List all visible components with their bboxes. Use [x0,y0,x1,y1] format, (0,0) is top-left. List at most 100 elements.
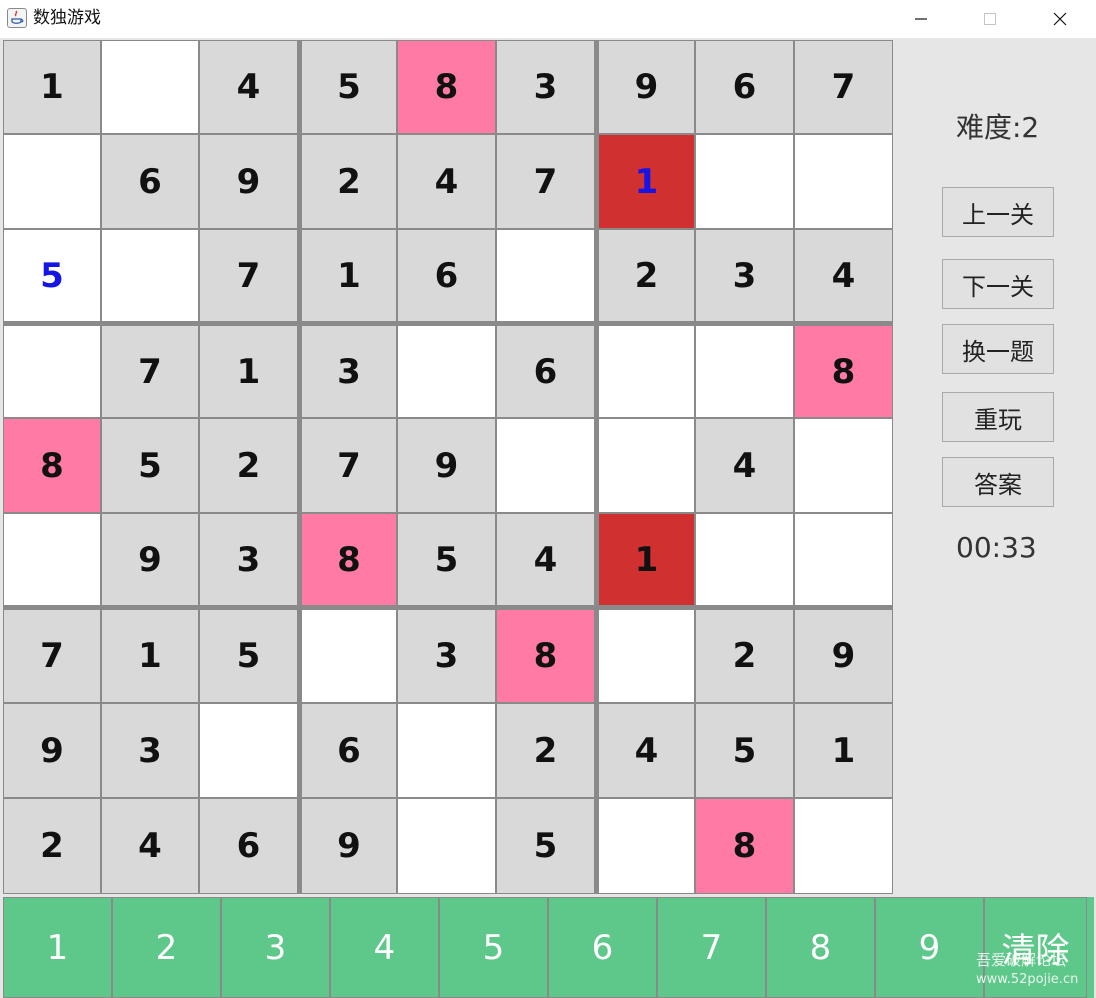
number-button-8[interactable]: 8 [766,897,875,998]
sudoku-cell-r2c2[interactable]: 6 [101,134,199,229]
sudoku-cell-r3c5[interactable]: 6 [397,229,496,322]
sudoku-cell-r9c1[interactable]: 2 [3,798,101,894]
sudoku-cell-r5c1[interactable]: 8 [3,418,101,513]
sudoku-cell-r3c6[interactable] [496,229,595,322]
sudoku-cell-r4c7[interactable] [598,325,695,418]
sudoku-cell-r6c7[interactable]: 1 [598,513,695,606]
sudoku-cell-r3c1[interactable]: 5 [3,229,101,322]
sudoku-cell-r2c1[interactable] [3,134,101,229]
sudoku-cell-r4c9[interactable]: 8 [794,325,893,418]
number-button-6[interactable]: 6 [548,897,657,998]
sudoku-cell-r4c1[interactable] [3,325,101,418]
sudoku-cell-r3c4[interactable]: 1 [301,229,397,322]
number-button-4[interactable]: 4 [330,897,439,998]
watermark-line2: www.52pojie.cn [976,972,1079,987]
number-button-1[interactable]: 1 [3,897,112,998]
sudoku-cell-r6c5[interactable]: 5 [397,513,496,606]
sudoku-cell-r9c8[interactable]: 8 [695,798,794,894]
sudoku-cell-r9c6[interactable]: 5 [496,798,595,894]
sudoku-cell-r8c2[interactable]: 3 [101,703,199,798]
sudoku-cell-r9c4[interactable]: 9 [301,798,397,894]
sudoku-cell-r7c1[interactable]: 7 [3,609,101,703]
sudoku-cell-r7c3[interactable]: 5 [199,609,298,703]
sudoku-cell-r9c7[interactable] [598,798,695,894]
sudoku-cell-r9c3[interactable]: 6 [199,798,298,894]
sudoku-cell-r5c8[interactable]: 4 [695,418,794,513]
sudoku-cell-r2c8[interactable] [695,134,794,229]
sudoku-cell-r6c4[interactable]: 8 [301,513,397,606]
sudoku-cell-r4c5[interactable] [397,325,496,418]
sudoku-cell-r8c1[interactable]: 9 [3,703,101,798]
sudoku-cell-r3c8[interactable]: 3 [695,229,794,322]
number-button-5[interactable]: 5 [439,897,548,998]
sudoku-cell-r7c6[interactable]: 8 [496,609,595,703]
sudoku-cell-r1c3[interactable]: 4 [199,40,298,134]
sudoku-cell-r1c5[interactable]: 8 [397,40,496,134]
prev-level-button[interactable]: 上一关 [942,187,1054,237]
sudoku-cell-r8c8[interactable]: 5 [695,703,794,798]
sudoku-cell-r5c2[interactable]: 5 [101,418,199,513]
sudoku-cell-r4c6[interactable]: 6 [496,325,595,418]
sudoku-cell-r4c8[interactable] [695,325,794,418]
sudoku-cell-r1c2[interactable] [101,40,199,134]
sudoku-cell-r1c4[interactable]: 5 [301,40,397,134]
sudoku-cell-r7c2[interactable]: 1 [101,609,199,703]
sudoku-cell-r9c9[interactable] [794,798,893,894]
number-button-3[interactable]: 3 [221,897,330,998]
number-button-9[interactable]: 9 [875,897,984,998]
watermark: 吾爱破解论坛 www.52pojie.cn [976,950,1078,990]
sudoku-cell-r2c3[interactable]: 9 [199,134,298,229]
sudoku-cell-r6c2[interactable]: 9 [101,513,199,606]
sudoku-cell-r5c3[interactable]: 2 [199,418,298,513]
sudoku-cell-r5c7[interactable] [598,418,695,513]
sudoku-cell-r5c4[interactable]: 7 [301,418,397,513]
sudoku-cell-r2c6[interactable]: 7 [496,134,595,229]
sudoku-cell-r4c4[interactable]: 3 [301,325,397,418]
sudoku-cell-r9c5[interactable] [397,798,496,894]
sudoku-cell-r8c6[interactable]: 2 [496,703,595,798]
maximize-button[interactable] [955,0,1025,38]
replay-button[interactable]: 重玩 [942,392,1054,442]
sudoku-cell-r7c4[interactable] [301,609,397,703]
sudoku-cell-r6c6[interactable]: 4 [496,513,595,606]
sudoku-cell-r4c2[interactable]: 7 [101,325,199,418]
sudoku-cell-r3c2[interactable] [101,229,199,322]
close-button[interactable] [1025,0,1095,38]
sudoku-cell-r7c7[interactable] [598,609,695,703]
sudoku-cell-r5c6[interactable] [496,418,595,513]
number-button-2[interactable]: 2 [112,897,221,998]
sudoku-cell-r5c5[interactable]: 9 [397,418,496,513]
sudoku-cell-r7c8[interactable]: 2 [695,609,794,703]
sudoku-cell-r8c3[interactable] [199,703,298,798]
sudoku-cell-r8c7[interactable]: 4 [598,703,695,798]
sudoku-cell-r6c3[interactable]: 3 [199,513,298,606]
sudoku-cell-r1c1[interactable]: 1 [3,40,101,134]
next-level-button[interactable]: 下一关 [942,259,1054,309]
number-button-7[interactable]: 7 [657,897,766,998]
sudoku-cell-r8c5[interactable] [397,703,496,798]
sudoku-cell-r6c1[interactable] [3,513,101,606]
sudoku-cell-r5c9[interactable] [794,418,893,513]
sudoku-cell-r1c9[interactable]: 7 [794,40,893,134]
sudoku-cell-r8c9[interactable]: 1 [794,703,893,798]
new-puzzle-button[interactable]: 换一题 [942,324,1054,374]
sudoku-cell-r3c7[interactable]: 2 [598,229,695,322]
sudoku-cell-r8c4[interactable]: 6 [301,703,397,798]
sudoku-cell-r3c3[interactable]: 7 [199,229,298,322]
sudoku-cell-r1c7[interactable]: 9 [598,40,695,134]
sudoku-cell-r1c8[interactable]: 6 [695,40,794,134]
answer-button[interactable]: 答案 [942,457,1054,507]
sudoku-cell-r1c6[interactable]: 3 [496,40,595,134]
sudoku-cell-r2c5[interactable]: 4 [397,134,496,229]
sudoku-cell-r6c9[interactable] [794,513,893,606]
sudoku-cell-r7c9[interactable]: 9 [794,609,893,703]
sudoku-cell-r2c9[interactable] [794,134,893,229]
sudoku-cell-r7c5[interactable]: 3 [397,609,496,703]
sudoku-cell-r9c2[interactable]: 4 [101,798,199,894]
sudoku-cell-r4c3[interactable]: 1 [199,325,298,418]
sudoku-cell-r2c7[interactable]: 1 [598,134,695,229]
sudoku-cell-r6c8[interactable] [695,513,794,606]
sudoku-cell-r2c4[interactable]: 2 [301,134,397,229]
minimize-button[interactable] [886,0,956,38]
sudoku-cell-r3c9[interactable]: 4 [794,229,893,322]
